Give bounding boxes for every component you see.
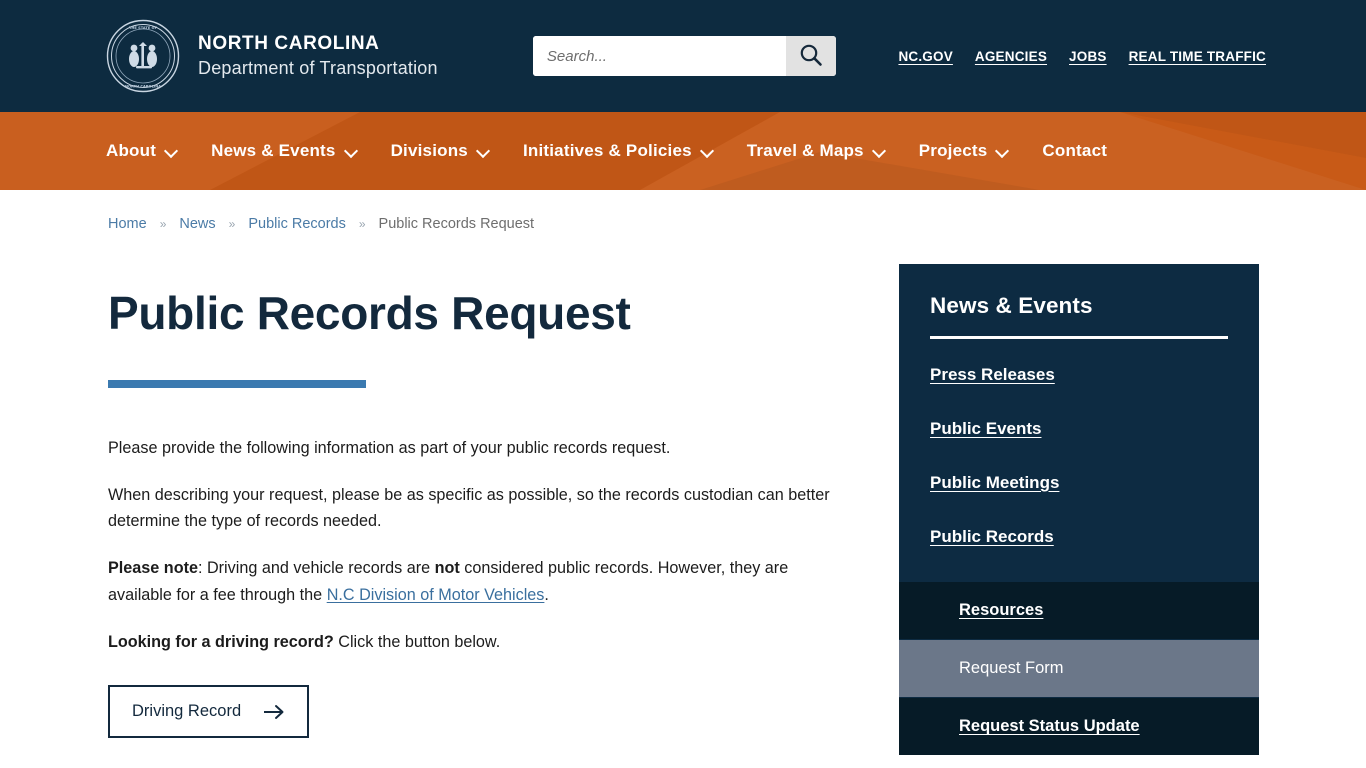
brand-logo-group[interactable]: THE STATE OF NORTH CAROLINA NORTH CAROLI… (106, 19, 531, 93)
nav-item-label: About (106, 141, 157, 160)
breadcrumb-item-home[interactable]: Home (108, 216, 147, 232)
sidebar-subitem-resources[interactable]: Resources (899, 581, 1259, 639)
search-submit-button[interactable] (786, 36, 837, 76)
chevron-down-icon (996, 145, 1008, 157)
nav-item-initiatives-policies[interactable]: Initiatives & Policies (523, 141, 713, 161)
page-title: Public Records Request (108, 287, 631, 339)
news-events-sidebar: News & Events Press Releases Public Even… (899, 264, 1259, 755)
svg-text:NORTH CAROLINA: NORTH CAROLINA (125, 85, 161, 89)
note-bold-not: not (434, 559, 460, 578)
search-input[interactable] (532, 36, 787, 76)
sidebar-item-public-meetings[interactable]: Public Meetings (930, 473, 1228, 493)
nav-items: About News & Events Divisions Initiative… (0, 141, 1366, 161)
utility-link-real-time-traffic[interactable]: REAL TIME TRAFFIC (1129, 49, 1266, 64)
note-text-1: : Driving and vehicle records are (197, 559, 435, 578)
brand-title: NORTH CAROLINA (198, 33, 380, 55)
breadcrumb: Home » News » Public Records » Public Re… (0, 190, 1366, 232)
nav-item-label: Contact (1042, 141, 1108, 160)
nav-item-news-events[interactable]: News & Events (211, 141, 356, 161)
breadcrumb-separator: » (228, 217, 236, 231)
sidebar-subitem-request-status-update[interactable]: Request Status Update (899, 697, 1259, 755)
breadcrumb-item-news[interactable]: News (179, 216, 215, 232)
page-body: Public Records Request Please provide th… (0, 232, 1366, 768)
utility-link-jobs[interactable]: JOBS (1069, 49, 1107, 64)
describe-paragraph: When describing your request, please be … (108, 485, 830, 531)
intro-paragraph: Please provide the following information… (108, 438, 671, 457)
sidebar-subitem-label: Request Form (959, 659, 1064, 677)
sidebar-item-press-releases[interactable]: Press Releases (930, 365, 1228, 385)
content-body: Please provide the following information… (108, 435, 868, 768)
sidebar-item-public-events[interactable]: Public Events (930, 419, 1228, 439)
nav-item-label: Travel & Maps (746, 141, 864, 160)
utility-link-agencies[interactable]: AGENCIES (975, 49, 1047, 64)
note-label: Please note (108, 559, 198, 578)
breadcrumb-item-public-records[interactable]: Public Records (248, 216, 346, 232)
note-paragraph: Please note: Driving and vehicle records… (108, 555, 848, 607)
chevron-down-icon (345, 145, 357, 157)
arrow-right-icon (263, 704, 285, 720)
svg-text:THE STATE OF: THE STATE OF (129, 26, 158, 30)
nav-item-divisions[interactable]: Divisions (391, 141, 489, 161)
utility-link-ncgov[interactable]: NC.GOV (898, 49, 952, 64)
main-content: Public Records Request Please provide th… (108, 232, 868, 768)
header-inner: THE STATE OF NORTH CAROLINA NORTH CAROLI… (0, 19, 1366, 93)
driving-record-prompt: Looking for a driving record? Click the … (108, 629, 848, 655)
breadcrumb-item-current: Public Records Request (378, 216, 535, 232)
nav-item-label: Initiatives & Policies (522, 141, 692, 160)
search-box[interactable] (532, 36, 837, 76)
breadcrumb-separator: » (358, 217, 366, 231)
dmv-link[interactable]: N.C Division of Motor Vehicles (327, 586, 545, 604)
site-header: THE STATE OF NORTH CAROLINA NORTH CAROLI… (0, 0, 1366, 112)
driving-prompt-rest: Click the button below. (333, 632, 501, 651)
sidebar-item-public-records[interactable]: Public Records (930, 527, 1228, 547)
brand-subtitle: Department of Transportation (198, 57, 438, 78)
driving-record-button-label: Driving Record (132, 702, 242, 720)
chevron-down-icon (873, 145, 885, 157)
driving-prompt-bold: Looking for a driving record? (108, 632, 334, 651)
nav-item-projects[interactable]: Projects (919, 141, 1009, 161)
nav-item-label: Projects (918, 141, 988, 160)
sidebar-subitem-request-form[interactable]: Request Form (899, 639, 1259, 697)
driving-record-button[interactable]: Driving Record (108, 685, 310, 738)
brand-text: NORTH CAROLINA Department of Transportat… (198, 33, 438, 79)
vehicle-record-prompt: Looking for a vehicle record? Click the … (108, 764, 848, 768)
sidebar-links: Press Releases Public Events Public Meet… (899, 339, 1259, 547)
sidebar-header: News & Events (899, 264, 1259, 339)
nc-state-seal-icon: THE STATE OF NORTH CAROLINA (106, 19, 180, 93)
sidebar-subitem-label: Request Status Update (959, 717, 1140, 735)
nav-item-label: Divisions (390, 141, 468, 160)
search-icon (798, 42, 824, 71)
main-navigation: About News & Events Divisions Initiative… (0, 112, 1366, 190)
chevron-down-icon (477, 145, 489, 157)
note-text-3: . (544, 585, 549, 604)
sidebar-column: News & Events Press Releases Public Even… (868, 232, 1259, 768)
breadcrumb-separator: » (159, 217, 167, 231)
nav-item-contact[interactable]: Contact (1042, 141, 1107, 161)
sidebar-title: News & Events (930, 293, 1093, 318)
utility-links: NC.GOV AGENCIES JOBS REAL TIME TRAFFIC (898, 49, 1266, 64)
sidebar-subitems: Resources Request Form Request Status Up… (899, 581, 1259, 755)
title-underline-rule (108, 379, 366, 388)
chevron-down-icon (701, 145, 713, 157)
nav-item-travel-maps[interactable]: Travel & Maps (747, 141, 885, 161)
nav-item-about[interactable]: About (106, 141, 177, 161)
sidebar-subitem-label: Resources (959, 601, 1044, 619)
chevron-down-icon (165, 145, 177, 157)
nav-item-label: News & Events (211, 141, 336, 160)
